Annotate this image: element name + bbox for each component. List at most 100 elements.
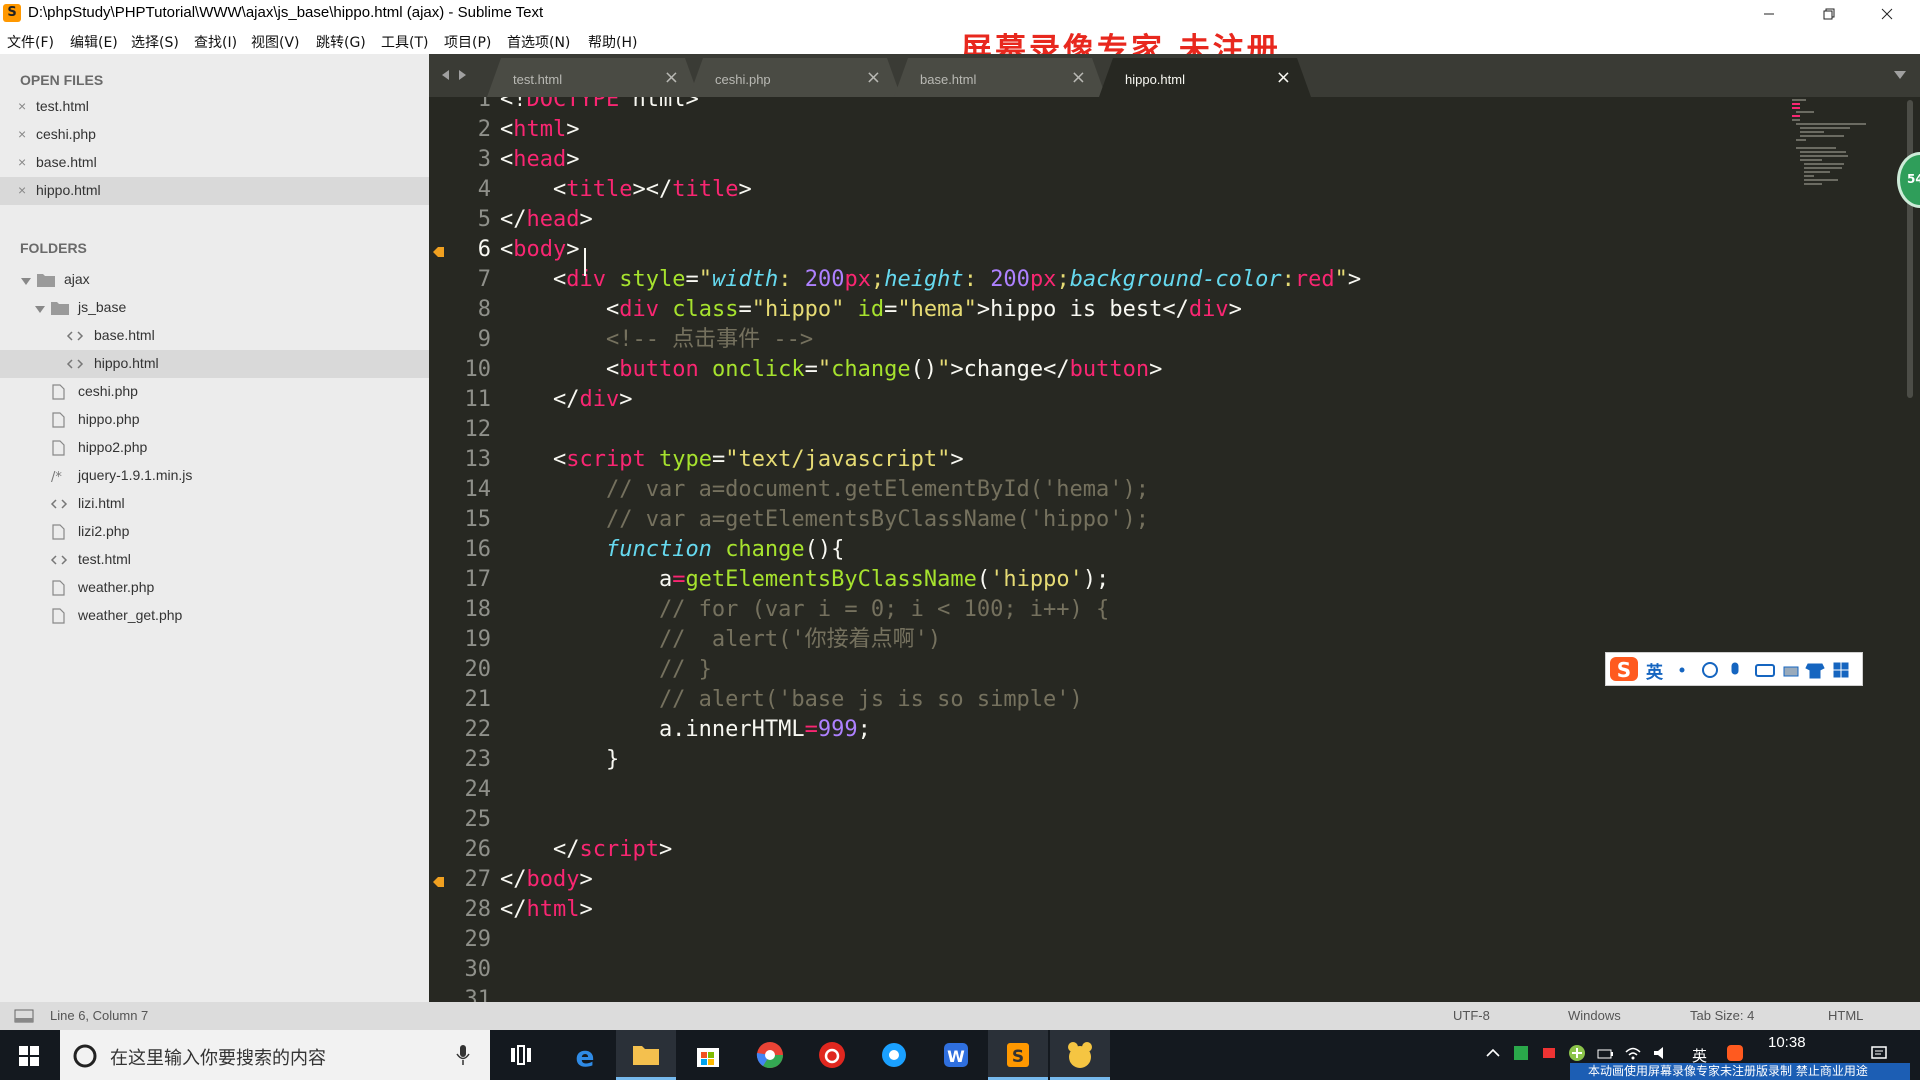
code-editor[interactable]: 1 2 3 4 5 6 7 8 9 10 11 12 13 14 15 16 17 18 19 20 21 22 23 24 2… bbox=[429, 97, 1920, 1002]
code-line[interactable]: // } bbox=[500, 655, 712, 685]
file-explorer-taskbar-button[interactable] bbox=[616, 1030, 676, 1080]
menu-item[interactable]: 首选项(N) bbox=[507, 32, 570, 52]
tray-app-icon-plus[interactable] bbox=[1568, 1044, 1586, 1062]
encoding-indicator[interactable]: UTF-8 bbox=[1453, 1008, 1490, 1023]
tray-app-icon-red[interactable] bbox=[1540, 1044, 1558, 1062]
folder-tree-item[interactable]: base.html bbox=[0, 322, 429, 350]
folder-tree-item[interactable]: weather.php bbox=[0, 574, 429, 602]
code-line[interactable]: a.innerHTML=999; bbox=[500, 715, 871, 745]
folder-tree-item[interactable]: lizi2.php bbox=[0, 518, 429, 546]
disclosure-arrow-icon[interactable] bbox=[20, 272, 36, 288]
windows-start-icon[interactable] bbox=[19, 1046, 39, 1066]
menu-item[interactable]: 帮助(H) bbox=[588, 32, 637, 52]
volume-icon[interactable] bbox=[1652, 1044, 1670, 1062]
sublime-taskbar-button[interactable]: S bbox=[988, 1030, 1048, 1080]
code-line[interactable]: // alert('你接着点啊') bbox=[500, 625, 941, 655]
vertical-scrollbar[interactable] bbox=[1907, 100, 1913, 398]
code-line[interactable]: <button onclick="change()">change</butto… bbox=[500, 355, 1162, 385]
folder-tree-item[interactable]: ajax bbox=[0, 266, 429, 294]
recorder-taskbar-button[interactable] bbox=[1050, 1030, 1110, 1080]
restore-button[interactable] bbox=[1800, 0, 1858, 28]
store-taskbar-button[interactable] bbox=[678, 1030, 738, 1080]
menu-item[interactable]: 项目(P) bbox=[444, 32, 491, 52]
task-view-button[interactable] bbox=[490, 1030, 550, 1080]
folder-tree-item[interactable]: js_base bbox=[0, 294, 429, 322]
code-line[interactable]: <head> bbox=[500, 145, 579, 175]
code-line[interactable]: </body> bbox=[500, 865, 593, 895]
folder-tree-item[interactable]: hippo.html bbox=[0, 350, 429, 378]
code-line[interactable]: <div style="width: 200px;height: 200px;b… bbox=[500, 265, 1361, 295]
tab-close-icon[interactable]: × bbox=[1276, 67, 1291, 88]
open-file-item[interactable]: × ceshi.php bbox=[0, 121, 429, 149]
editor-tab[interactable]: hippo.html × bbox=[1099, 58, 1311, 97]
folder-tree-item[interactable]: /* jquery-1.9.1.min.js bbox=[0, 462, 429, 490]
code-line[interactable]: <script type="text/javascript"> bbox=[500, 445, 964, 475]
disclosure-arrow-icon[interactable] bbox=[34, 300, 50, 316]
code-line[interactable]: <body> bbox=[500, 235, 579, 265]
folder-tree-item[interactable]: hippo.php bbox=[0, 406, 429, 434]
minimap[interactable] bbox=[1790, 97, 1900, 187]
battery-icon[interactable] bbox=[1596, 1044, 1614, 1062]
tab-size-indicator[interactable]: Tab Size: 4 bbox=[1690, 1008, 1754, 1023]
folder-tree-item[interactable]: test.html bbox=[0, 546, 429, 574]
editor-tab[interactable]: ceshi.php × bbox=[689, 58, 901, 97]
code-line[interactable]: </div> bbox=[500, 385, 633, 415]
close-file-icon[interactable]: × bbox=[18, 154, 26, 170]
microphone-icon[interactable] bbox=[456, 1044, 470, 1066]
menu-item[interactable]: 视图(V) bbox=[251, 32, 300, 52]
tab-nav-arrows-icon[interactable] bbox=[441, 68, 467, 82]
folder-tree-item[interactable]: weather_get.php bbox=[0, 602, 429, 630]
minimize-button[interactable] bbox=[1740, 0, 1798, 28]
bookmark-icon[interactable] bbox=[432, 243, 445, 257]
console-toggle-icon[interactable] bbox=[14, 1009, 34, 1023]
code-line[interactable]: </script> bbox=[500, 835, 672, 865]
code-line[interactable]: // var a=getElementsByClassName('hippo')… bbox=[500, 505, 1149, 535]
tab-close-icon[interactable]: × bbox=[664, 67, 679, 88]
code-line[interactable]: <title></title> bbox=[500, 175, 752, 205]
line-endings-indicator[interactable]: Windows bbox=[1568, 1008, 1621, 1023]
netease-music-taskbar-button[interactable] bbox=[802, 1030, 862, 1080]
close-file-icon[interactable]: × bbox=[18, 182, 26, 198]
folder-tree-item[interactable]: lizi.html bbox=[0, 490, 429, 518]
tab-close-icon[interactable]: × bbox=[1071, 67, 1086, 88]
open-file-item[interactable]: × base.html bbox=[0, 149, 429, 177]
code-line[interactable]: function change(){ bbox=[500, 535, 844, 565]
wps-taskbar-button[interactable]: W bbox=[926, 1030, 986, 1080]
tab-close-icon[interactable]: × bbox=[866, 67, 881, 88]
qq-browser-taskbar-button[interactable] bbox=[864, 1030, 924, 1080]
edge-taskbar-button[interactable]: e bbox=[555, 1030, 615, 1080]
code-line[interactable]: } bbox=[500, 745, 619, 775]
folder-tree-item[interactable]: hippo2.php bbox=[0, 434, 429, 462]
chrome-taskbar-button[interactable] bbox=[740, 1030, 800, 1080]
code-line[interactable]: // for (var i = 0; i < 100; i++) { bbox=[500, 595, 1109, 625]
tray-chevron-up-icon[interactable] bbox=[1484, 1044, 1502, 1062]
taskbar-clock[interactable]: 10:38 bbox=[1768, 1034, 1806, 1051]
notification-center-icon[interactable] bbox=[1870, 1044, 1888, 1062]
taskbar-search-box[interactable]: 在这里输入你要搜索的内容 bbox=[60, 1030, 490, 1080]
open-file-item[interactable]: × test.html bbox=[0, 93, 429, 121]
menu-item[interactable]: 查找(I) bbox=[194, 32, 237, 52]
sogou-tray-icon[interactable] bbox=[1726, 1044, 1744, 1062]
code-line[interactable]: <!DOCTYPE html> bbox=[500, 97, 699, 115]
sogou-logo-icon[interactable]: S bbox=[1608, 655, 1640, 683]
close-file-icon[interactable]: × bbox=[18, 126, 26, 142]
ime-lang-label[interactable]: 英 bbox=[1646, 658, 1663, 683]
bookmark-icon[interactable] bbox=[432, 873, 445, 887]
wifi-icon[interactable] bbox=[1624, 1044, 1642, 1062]
open-file-item[interactable]: × hippo.html bbox=[0, 177, 429, 205]
tab-menu-dropdown-icon[interactable] bbox=[1893, 70, 1907, 80]
code-line[interactable]: </html> bbox=[500, 895, 593, 925]
close-window-button[interactable] bbox=[1858, 0, 1916, 28]
menu-item[interactable]: 文件(F) bbox=[7, 32, 54, 52]
menu-item[interactable]: 编辑(E) bbox=[70, 32, 118, 52]
menu-item[interactable]: 选择(S) bbox=[131, 32, 179, 52]
code-line[interactable]: // var a=document.getElementById('hema')… bbox=[500, 475, 1149, 505]
menu-item[interactable]: 跳转(G) bbox=[316, 32, 366, 52]
code-line[interactable]: <html> bbox=[500, 115, 579, 145]
editor-tab[interactable]: test.html × bbox=[487, 58, 699, 97]
code-line[interactable]: <!-- 点击事件 --> bbox=[500, 325, 813, 355]
code-line[interactable]: // alert('base js is so simple') bbox=[500, 685, 1083, 715]
code-line[interactable]: <div class="hippo" id="hema">hippo is be… bbox=[500, 295, 1242, 325]
tray-app-icon-green[interactable] bbox=[1512, 1044, 1530, 1062]
menu-item[interactable]: 工具(T) bbox=[381, 32, 428, 52]
